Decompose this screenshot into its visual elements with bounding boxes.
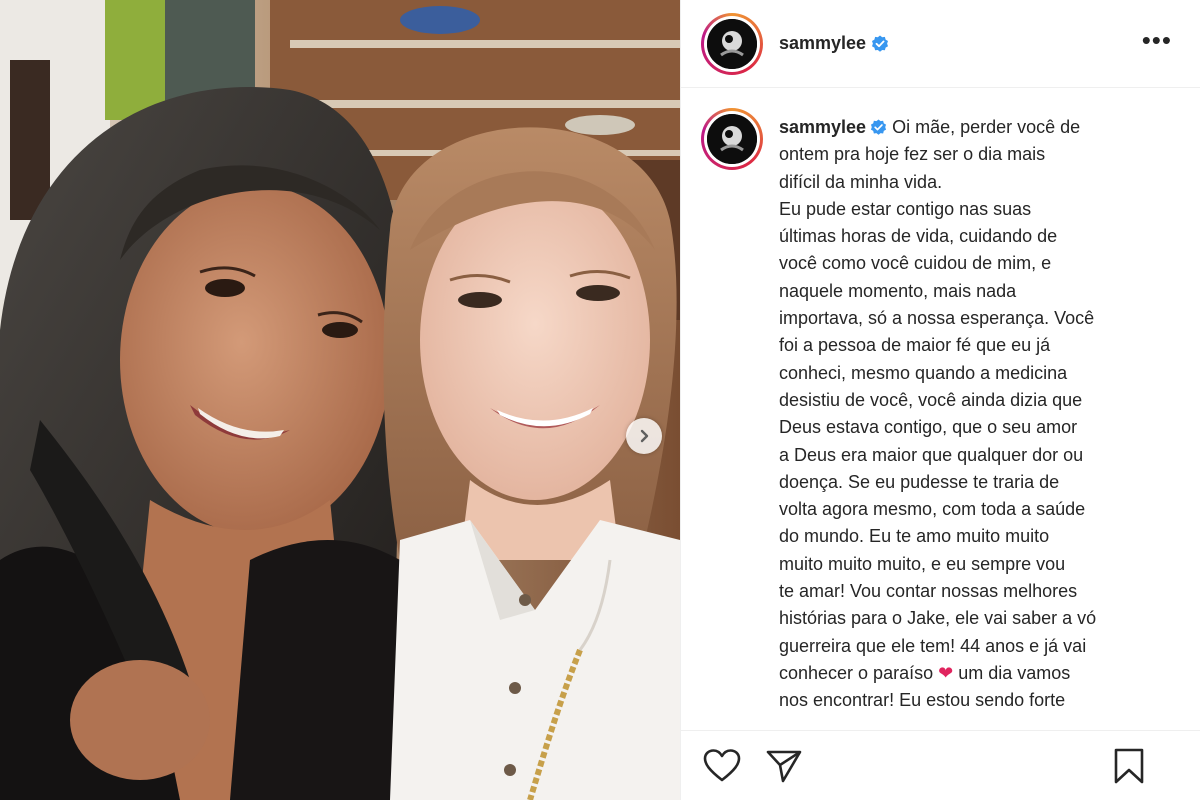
heart-emoji-icon: ❤: [938, 662, 954, 683]
share-button[interactable]: [765, 748, 803, 784]
caption-line: doença. Se eu pudesse te traria de: [779, 471, 1060, 492]
avatar-image: [707, 18, 757, 69]
verified-badge-icon: [871, 119, 887, 135]
post-header: sammylee •••: [681, 0, 1200, 88]
comments-area: sammylee Oi mãe, perder você de ontem pra…: [681, 88, 1200, 730]
post-side-panel: sammylee ••• sammylee Oi mãe, perder voc…: [680, 0, 1200, 800]
caption-line: nos encontrar! Eu estou sendo forte: [779, 690, 1066, 711]
heart-outline-icon: [703, 748, 741, 781]
caption-line: Deus estava contigo, que o seu amor: [779, 417, 1078, 438]
caption-line: sammylee Oi mãe, perder você de: [779, 117, 1081, 137]
selfie-photo: [0, 0, 680, 800]
caption-line: você como você cuidou de mim, e: [779, 253, 1052, 274]
instagram-post: sammylee ••• sammylee Oi mãe, perder voc…: [0, 0, 1200, 800]
verified-badge-icon: [872, 35, 889, 52]
save-button[interactable]: [1112, 747, 1146, 785]
chevron-right-icon: [640, 429, 649, 443]
caption-line: desistiu de você, você ainda dizia que: [779, 389, 1083, 410]
caption-line: foi a pessoa de maior fé que eu já: [779, 335, 1051, 356]
caption-line: do mundo. Eu te amo muito muito: [779, 526, 1050, 547]
post-actions: [681, 730, 1200, 800]
next-photo-button[interactable]: [626, 418, 662, 454]
caption-line: importava, só a nossa esperança. Você: [779, 308, 1095, 329]
post-caption: sammylee Oi mãe, perder você de ontem pra…: [779, 114, 1149, 715]
post-photo[interactable]: [0, 0, 680, 800]
caption-line: a Deus era maior que qualquer dor ou: [779, 444, 1084, 465]
avatar: [707, 18, 757, 69]
caption-line: conheci, mesmo quando a medicina: [779, 362, 1068, 383]
caption-story-ring[interactable]: [701, 108, 763, 170]
story-ring[interactable]: [701, 12, 763, 75]
caption-line: te amar! Vou contar nossas melhores: [779, 581, 1078, 602]
caption-line: guerreira que ele tem! 44 anos e já vai: [779, 635, 1087, 656]
caption-line: Eu pude estar contigo nas suas: [779, 198, 1032, 219]
caption-line: histórias para o Jake, ele vai saber a v…: [779, 608, 1097, 629]
caption-username[interactable]: sammylee: [779, 117, 866, 137]
paper-plane-icon: [766, 750, 802, 782]
caption-avatar: [707, 114, 757, 164]
caption-line: últimas horas de vida, cuidando de: [779, 226, 1058, 247]
caption-line: ontem pra hoje fez ser o dia mais: [779, 144, 1046, 165]
caption-line: muito muito muito, e eu sempre vou: [779, 553, 1066, 574]
caption-line: conhecer o paraíso ❤ um dia vamos: [779, 662, 1071, 683]
like-button[interactable]: [703, 748, 741, 784]
username-link[interactable]: sammylee: [779, 33, 866, 54]
avatar-image: [707, 114, 757, 164]
caption-line: volta agora mesmo, com toda a saúde: [779, 499, 1086, 520]
more-options-icon[interactable]: •••: [1142, 27, 1172, 53]
bookmark-icon: [1114, 748, 1144, 784]
caption-line: naquele momento, mais nada: [779, 280, 1017, 301]
caption-line: difícil da minha vida.: [779, 171, 943, 192]
